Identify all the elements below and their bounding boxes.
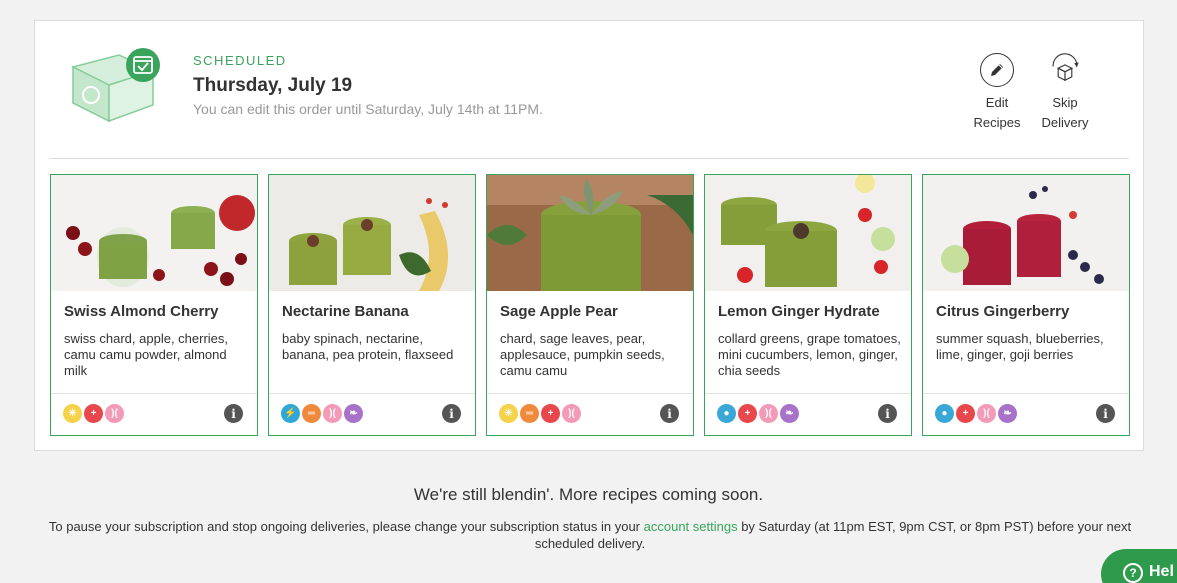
recipe-card[interactable]: Lemon Ginger Hydrate collard greens, gra… [704, 174, 912, 436]
leaf-icon: ❧ [998, 404, 1017, 423]
help-label: Hel [1149, 563, 1174, 580]
help-button[interactable]: ? Hel [1101, 549, 1177, 583]
skip-delivery-button[interactable]: Skip Delivery [1025, 53, 1105, 133]
beauty-icon: )( [105, 404, 124, 423]
skip-box-icon [1048, 53, 1082, 87]
recipe-name: Nectarine Banana [282, 303, 409, 320]
recipe-ingredients: chard, sage leaves, pear, applesauce, pu… [500, 331, 665, 378]
recipe-ingredients: baby spinach, nectarine, banana, pea pro… [282, 331, 454, 362]
recipe-photo [51, 175, 257, 291]
info-icon[interactable]: i [660, 404, 679, 423]
recipe-card[interactable]: Nectarine Banana baby spinach, nectarine… [268, 174, 476, 436]
sun-icon: ☀ [63, 404, 82, 423]
recipe-footer: ☀ + )( i [51, 393, 257, 435]
recipe-footer: ● + )( ❧ i [923, 393, 1129, 435]
health-cross-icon: + [738, 404, 757, 423]
recipe-ingredients: summer squash, blueberries, lime, ginger… [936, 331, 1104, 362]
benefit-badges: ● + )( ❧ [935, 404, 1017, 423]
recipe-list: Swiss Almond Cherry swiss chard, apple, … [50, 174, 1130, 436]
water-drop-icon: ● [717, 404, 736, 423]
leaf-icon: ❧ [780, 404, 799, 423]
beauty-icon: )( [977, 404, 996, 423]
info-icon[interactable]: i [878, 404, 897, 423]
recipe-ingredients: swiss chard, apple, cherries, camu camu … [64, 331, 229, 378]
water-drop-icon: ● [935, 404, 954, 423]
account-settings-link[interactable]: account settings [644, 519, 738, 534]
benefit-badges: ☀ + )( [63, 404, 124, 423]
recipe-ingredients: collard greens, grape tomatoes, mini cuc… [718, 331, 901, 378]
dumbbell-icon: ═ [302, 404, 321, 423]
info-icon[interactable]: i [1096, 404, 1115, 423]
coming-soon-message: We're still blendin'. More recipes comin… [413, 485, 764, 504]
recipe-name: Lemon Ginger Hydrate [718, 303, 880, 320]
beauty-icon: )( [759, 404, 778, 423]
benefit-badges: ☀ ═ + )( [499, 404, 581, 423]
pencil-icon [980, 53, 1014, 87]
delivery-box-illustration [69, 45, 161, 125]
recipe-footer: ● + )( ❧ i [705, 393, 911, 435]
recipe-name: Sage Apple Pear [500, 303, 618, 320]
benefit-badges: ● + )( ❧ [717, 404, 799, 423]
recipe-card[interactable]: Sage Apple Pear chard, sage leaves, pear… [486, 174, 694, 436]
recipe-footer: ⚡ ═ )( ❧ i [269, 393, 475, 435]
recipe-footer: ☀ ═ + )( i [487, 393, 693, 435]
pause-subscription-note: To pause your subscription and stop ongo… [48, 519, 1132, 551]
dumbbell-icon: ═ [520, 404, 539, 423]
edit-deadline-note: You can edit this order until Saturday, … [193, 101, 543, 117]
recipe-photo [487, 175, 693, 291]
recipe-name: Citrus Gingerberry [936, 303, 1070, 320]
divider [49, 158, 1129, 159]
info-icon[interactable]: i [442, 404, 461, 423]
recipe-photo [923, 175, 1129, 291]
health-cross-icon: + [541, 404, 560, 423]
order-card: SCHEDULED Thursday, July 19 You can edit… [34, 20, 1144, 451]
recipe-photo [705, 175, 911, 291]
sun-icon: ☀ [499, 404, 518, 423]
skip-delivery-label: Skip Delivery [1041, 95, 1089, 130]
benefit-badges: ⚡ ═ )( ❧ [281, 404, 363, 423]
health-cross-icon: + [956, 404, 975, 423]
health-cross-icon: + [84, 404, 103, 423]
beauty-icon: )( [562, 404, 581, 423]
energy-bolt-icon: ⚡ [281, 404, 300, 423]
recipe-card[interactable]: Swiss Almond Cherry swiss chard, apple, … [50, 174, 258, 436]
recipe-photo [269, 175, 475, 291]
question-icon: ? [1123, 563, 1143, 583]
recipe-card[interactable]: Citrus Gingerberry summer squash, bluebe… [922, 174, 1130, 436]
beauty-icon: )( [323, 404, 342, 423]
info-icon[interactable]: i [224, 404, 243, 423]
recipe-name: Swiss Almond Cherry [64, 303, 219, 320]
order-status: SCHEDULED [193, 53, 287, 68]
delivery-date: Thursday, July 19 [193, 75, 353, 96]
leaf-icon: ❧ [344, 404, 363, 423]
